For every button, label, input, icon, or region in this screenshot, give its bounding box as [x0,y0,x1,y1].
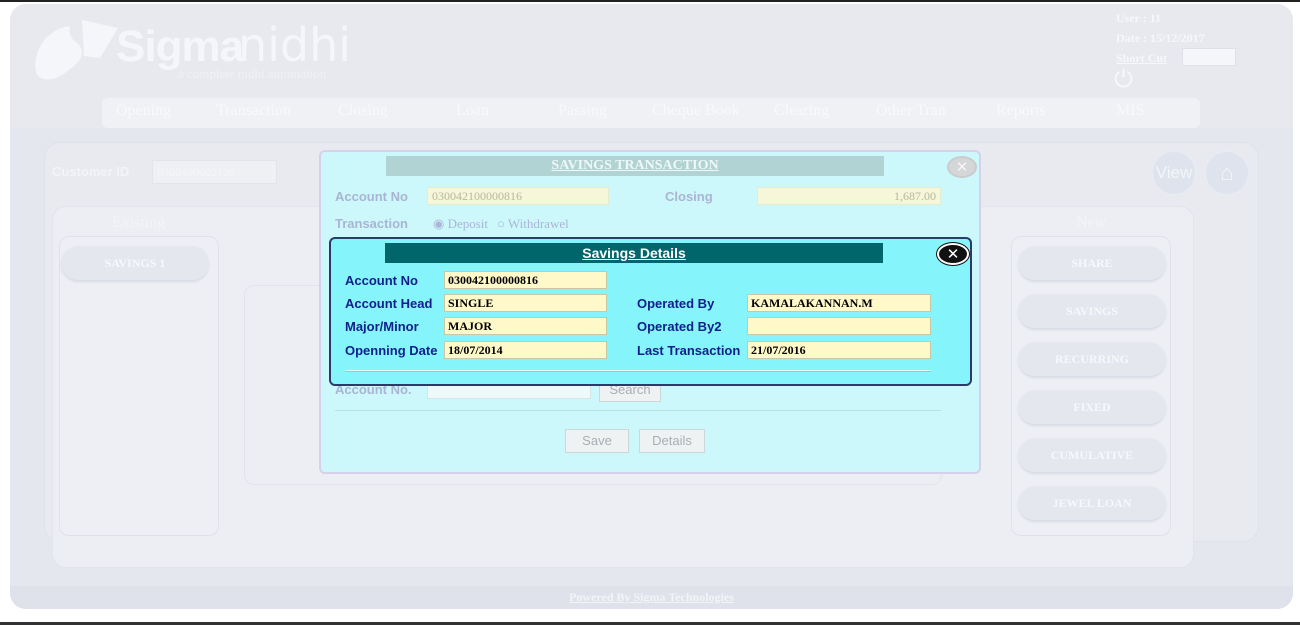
operated-by-label: Operated By [637,296,715,311]
customer-id-label: Customer ID [52,164,130,179]
new-fixed-button[interactable]: FIXED [1018,390,1166,424]
divider [335,410,941,411]
major-minor-value: MAJOR [444,317,607,335]
menu-passing[interactable]: Passing [558,102,607,120]
new-savings-button[interactable]: SAVINGS [1018,294,1166,328]
last-transaction-label: Last Transaction [637,343,741,358]
savings-details-dialog: Savings Details ✕ Account No 03004210000… [329,237,972,386]
last-transaction-value: 21/07/2016 [747,341,931,359]
operated-by-value: KAMALAKANNAN.M [747,294,931,312]
menu-closing[interactable]: Closing [338,102,388,120]
new-jewel-loan-button[interactable]: JEWEL LOAN [1018,486,1166,520]
menu-opening[interactable]: Opening [116,102,171,120]
details-button[interactable]: Details [639,429,705,453]
date-label: Date : 15/12/2017 [1116,31,1205,45]
detail-account-no-label: Account No [345,273,418,288]
power-icon[interactable]: ⏻ [1114,67,1140,93]
top-border [0,0,1300,2]
new-share-button[interactable]: SHARE [1018,246,1166,280]
transaction-label: Transaction [335,216,408,231]
account-head-value: SINGLE [444,294,607,312]
shortcut-input[interactable] [1182,48,1236,66]
existing-title: Existing [112,214,166,231]
existing-list [59,236,219,536]
logo-sigma-text: Sigma [116,22,244,71]
customer-id-input[interactable]: 0300400002126 [152,160,277,184]
view-button[interactable]: View [1151,150,1197,196]
footer-link[interactable]: Powered By Sigma Technologies [0,590,1300,605]
menu-mis[interactable]: MIS [1116,102,1144,120]
new-cumulative-button[interactable]: CUMULATIVE [1018,438,1166,472]
menu-reports[interactable]: Reports [996,102,1046,120]
logo-nidhi-text: nidhi [238,18,352,72]
account-no-label: Account No [335,189,408,204]
existing-savings-1-button[interactable]: SAVINGS 1 [61,246,209,280]
close-icon[interactable]: ✕ [937,243,969,265]
deposit-radio[interactable]: ◉ Deposit [433,216,488,232]
operated-by2-value [747,317,931,335]
details-divider [345,370,931,372]
withdrawel-radio[interactable]: ○ Withdrawel [497,216,569,232]
logo-tagline: a complete nidhi automation [178,66,327,81]
major-minor-label: Major/Minor [345,319,419,334]
menu-clearing[interactable]: Clearing [774,102,829,120]
radio-unselected-icon: ○ [497,216,505,231]
account-head-label: Account Head [345,296,433,311]
home-icon[interactable]: ⌂ [1204,150,1250,196]
save-button[interactable]: Save [565,429,629,453]
close-icon[interactable]: ✕ [947,156,977,178]
menu-other-tran[interactable]: Other Tran [876,102,946,120]
main-menu: Opening Transaction Closing Loan Passing… [102,98,1200,128]
menu-cheque-book[interactable]: Cheque Book [652,102,740,120]
deposit-label: Deposit [447,216,489,231]
new-title: New [1076,214,1107,231]
closing-label: Closing [665,189,713,204]
user-label: User : 11 [1116,11,1162,25]
menu-transaction[interactable]: Transaction [216,102,291,120]
account-no-field[interactable]: 030042100000816 [427,187,609,205]
operated-by2-label: Operated By2 [637,319,722,334]
opening-date-label: Openning Date [345,343,438,358]
opening-date-value: 18/07/2014 [444,341,607,359]
radio-selected-icon: ◉ [433,216,445,231]
savings-transaction-title: SAVINGS TRANSACTION [386,156,884,176]
menu-loan[interactable]: Loan [456,102,489,120]
closing-field[interactable]: 1,687.00 [757,187,941,205]
withdrawel-label: Withdrawel [507,216,569,231]
new-recurring-button[interactable]: RECURRING [1018,342,1166,376]
detail-account-no-value: 030042100000816 [444,271,607,289]
sigma-logo-icon [35,20,118,80]
savings-details-title: Savings Details [385,243,883,263]
